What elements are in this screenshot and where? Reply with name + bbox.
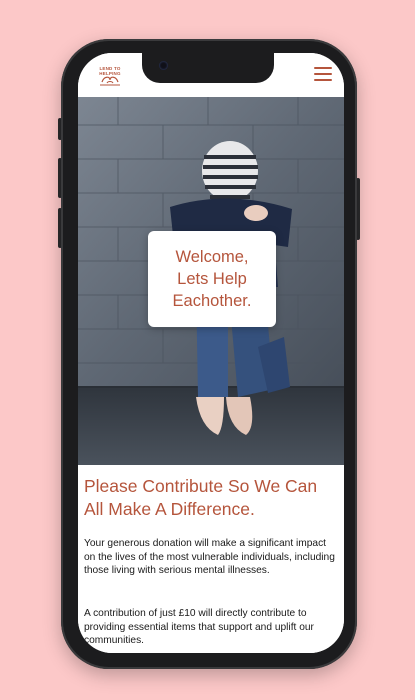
- donation-paragraph: Your generous donation will make a signi…: [84, 538, 335, 576]
- hamburger-menu-icon[interactable]: [314, 67, 332, 81]
- logo-heart-icon: [100, 76, 120, 86]
- contribution-paragraph: A contribution of just £10 will directly…: [84, 608, 314, 646]
- welcome-text: Welcome, Lets Help Eachother.: [172, 248, 252, 310]
- front-camera-icon: [159, 61, 168, 70]
- content-section: Please Contribute So We Can All Make A D…: [78, 465, 344, 653]
- site-logo[interactable]: LEND TO HELPING: [90, 62, 130, 90]
- phone-screen: LEND TO HELPING Welcome, Lets Help Eacho…: [78, 53, 344, 653]
- page-background: LEND TO HELPING Welcome, Lets Help Eacho…: [0, 0, 415, 700]
- section-heading: Please Contribute So We Can All Make A D…: [84, 476, 318, 519]
- hero-image: Welcome, Lets Help Eachother.: [78, 97, 344, 465]
- welcome-card: Welcome, Lets Help Eachother.: [148, 231, 276, 327]
